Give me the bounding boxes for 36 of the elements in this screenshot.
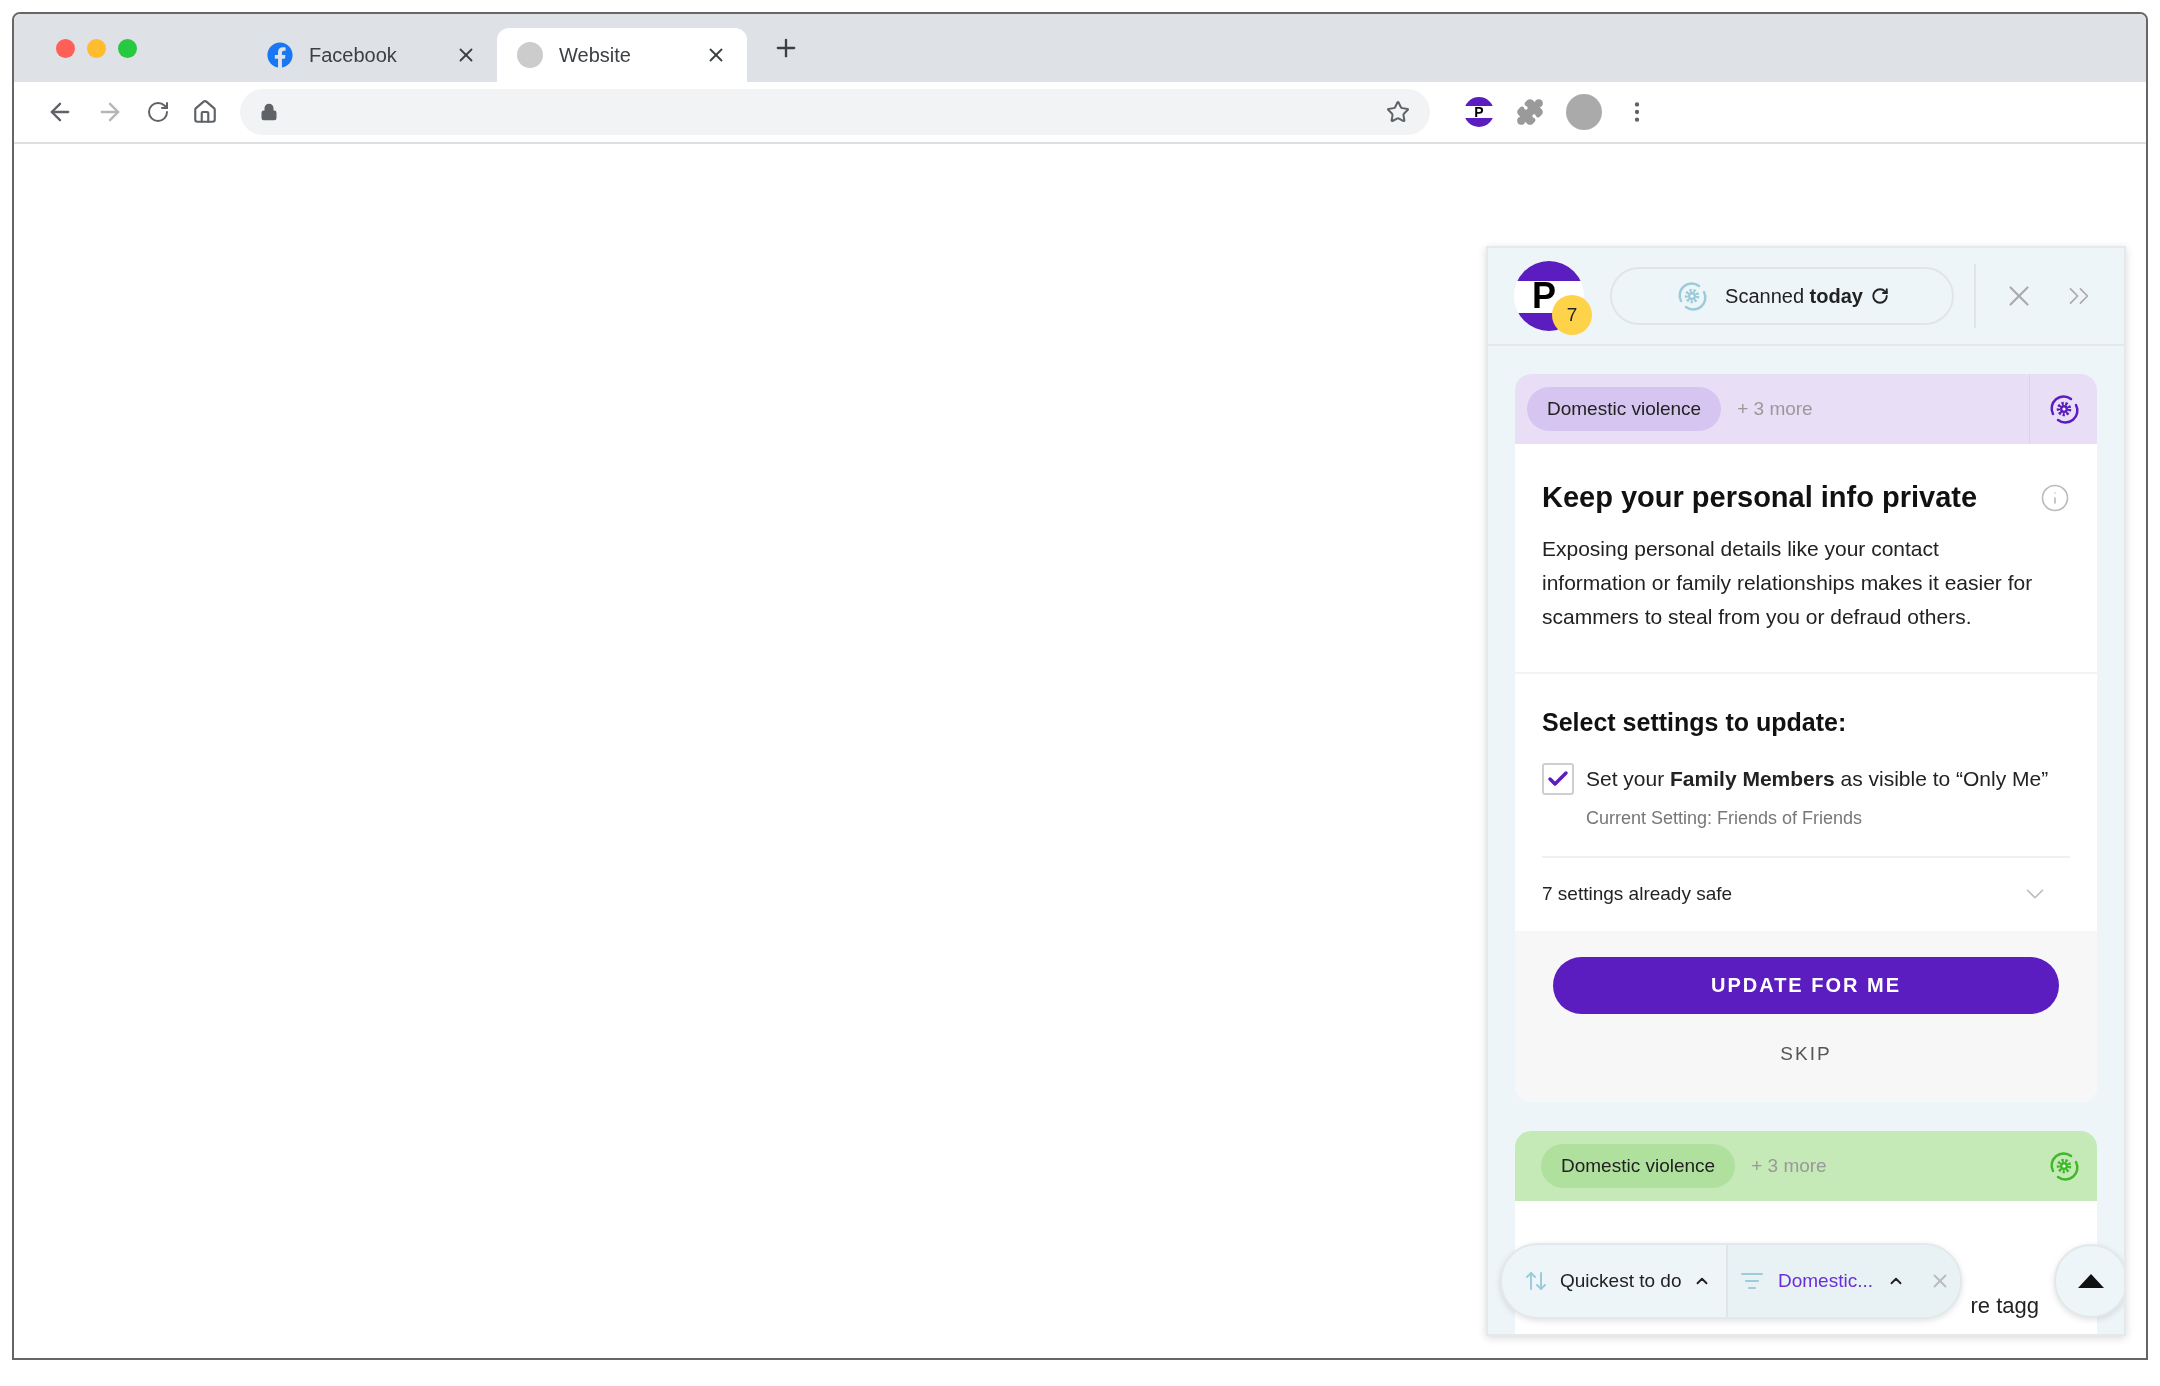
category-tag: Domestic violence [1527,386,1722,432]
reload-icon[interactable] [146,100,170,124]
settings-heading: Select settings to update: [1542,706,1848,738]
zoom-window-button[interactable] [118,38,137,58]
home-icon[interactable] [192,99,218,125]
sort-icon [1524,1269,1548,1293]
scan-status-button[interactable]: Scanned today [1610,267,1954,325]
tab-title: Website [559,43,632,68]
card-description: Exposing personal details like your contact information or family relationships makes it easier for scammers to steal from you or defraud others. [1542,535,2034,630]
close-window-button[interactable] [56,38,75,58]
update-button[interactable]: UPDATE FOR ME [1553,956,2059,1014]
extension-logo[interactable]: P [1464,97,1494,127]
browser-tab[interactable]: Website [497,28,747,82]
more-tags-label: + 3 more [1737,396,1813,421]
card-title: Keep your personal info private [1542,480,1978,515]
filter-dropdown[interactable]: Domestic... [1728,1245,1960,1317]
facebook-icon [267,42,293,68]
setting-label: Set your Family Members as visible to “Only Me” [1586,766,2049,792]
count-badge: 7 [1552,295,1592,335]
current-setting-text: Current Setting: Friends of Friends [1586,806,1864,830]
up-triangle-icon [2078,1274,2104,1288]
skip-button[interactable]: SKIP [1764,1031,1848,1076]
category-tag: Domestic violence [1541,1143,1736,1189]
profile-avatar[interactable] [1566,94,1602,130]
lock-icon [260,103,278,121]
more-tags-label: + 3 more [1751,1153,1827,1178]
info-icon[interactable] [2040,482,2070,513]
card-text: re tagg [1970,1292,2039,1320]
safe-settings-toggle[interactable]: 7 settings already safe [1542,857,2070,931]
browser-tab[interactable]: Facebook [247,28,497,82]
refresh-icon [1870,287,1889,305]
tab-title: Facebook [309,43,398,68]
checkbox[interactable] [1542,763,1574,795]
star-icon[interactable] [1386,100,1410,124]
puzzle-icon[interactable] [1516,98,1544,126]
site-icon [517,42,543,68]
